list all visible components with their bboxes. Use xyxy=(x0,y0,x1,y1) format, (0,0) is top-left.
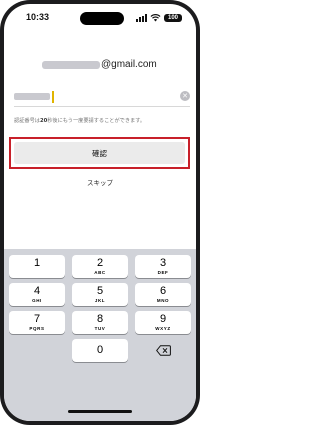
signal-icon xyxy=(136,13,147,22)
key-5[interactable]: 5 JKL xyxy=(72,283,128,306)
email-username-redacted xyxy=(42,60,100,69)
dynamic-island xyxy=(80,12,124,25)
verification-code-input[interactable]: ✕ xyxy=(14,90,190,107)
text-cursor xyxy=(52,91,54,103)
home-indicator xyxy=(68,410,132,413)
screen: 10:33 100 @gmail.com ✕ 認証番号は20秒後にもう一度要請す… xyxy=(4,4,196,421)
skip-link[interactable]: スキップ xyxy=(4,177,196,187)
resend-hint: 認証番号は20秒後にもう一度要請することができます。 xyxy=(14,118,146,124)
key-0[interactable]: 0 xyxy=(72,339,128,362)
clear-icon[interactable]: ✕ xyxy=(180,91,190,101)
account-email: @gmail.com xyxy=(42,59,157,70)
wifi-icon xyxy=(150,14,161,22)
key-9[interactable]: 9 WXYZ xyxy=(135,311,191,334)
confirm-button[interactable]: 確認 xyxy=(14,142,185,164)
battery-icon: 100 xyxy=(164,13,182,22)
phone-frame: 10:33 100 @gmail.com ✕ 認証番号は20秒後にもう一度要請す… xyxy=(0,0,200,425)
numeric-keypad: 1 2 ABC 3 DEF 4 GHI 5 JKL 6 MNO 7 PQRS 8 TUV 9W… xyxy=(4,249,196,421)
key-4[interactable]: 4 GHI xyxy=(9,283,65,306)
key-2[interactable]: 2 ABC xyxy=(72,255,128,278)
email-domain: @gmail.com xyxy=(101,59,157,70)
key-7[interactable]: 7 PQRS xyxy=(9,311,65,334)
backspace-icon xyxy=(155,345,171,356)
highlight-box: 確認 xyxy=(9,137,190,169)
key-6[interactable]: 6 MNO xyxy=(135,283,191,306)
key-3[interactable]: 3 DEF xyxy=(135,255,191,278)
status-time: 10:33 xyxy=(26,12,50,22)
code-value-redacted xyxy=(14,93,50,100)
delete-key[interactable] xyxy=(135,339,191,362)
key-8[interactable]: 8 TUV xyxy=(72,311,128,334)
status-icons: 100 xyxy=(136,13,182,22)
key-1[interactable]: 1 xyxy=(9,255,65,278)
